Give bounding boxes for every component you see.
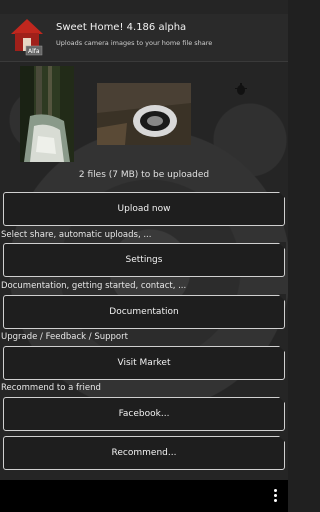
visit-market-button[interactable]: Visit Market — [3, 345, 286, 380]
documentation-button[interactable]: Documentation — [3, 294, 286, 329]
facebook-button[interactable]: Facebook... — [3, 396, 286, 431]
settings-button[interactable]: Settings — [3, 242, 286, 277]
app-header: Alfa Sweet Home! 4.186 alpha Uploads cam… — [0, 14, 288, 62]
market-caption: Upgrade / Feedback / Support — [1, 332, 128, 342]
forest-stream-thumbnail[interactable] — [20, 66, 74, 162]
recommend-button[interactable]: Recommend... — [3, 435, 286, 470]
app-title: Sweet Home! 4.186 alpha — [56, 22, 187, 33]
app-subtitle: Uploads camera images to your home file … — [56, 39, 213, 47]
documentation-caption: Documentation, getting started, contact,… — [1, 281, 187, 291]
navigation-bar — [0, 480, 288, 512]
recommend-caption: Recommend to a friend — [1, 383, 101, 393]
overflow-menu-icon[interactable] — [274, 489, 278, 503]
app-icon-badge: Alfa — [28, 48, 40, 55]
house-icon: Alfa — [11, 19, 43, 56]
bug-icon — [235, 83, 247, 95]
upload-status: 2 files (7 MB) to be uploaded — [78, 170, 210, 180]
hole-in-wood-thumbnail[interactable] — [97, 83, 191, 145]
upload-now-button[interactable]: Upload now — [3, 191, 286, 226]
settings-caption: Select share, automatic uploads, ... — [1, 230, 152, 240]
